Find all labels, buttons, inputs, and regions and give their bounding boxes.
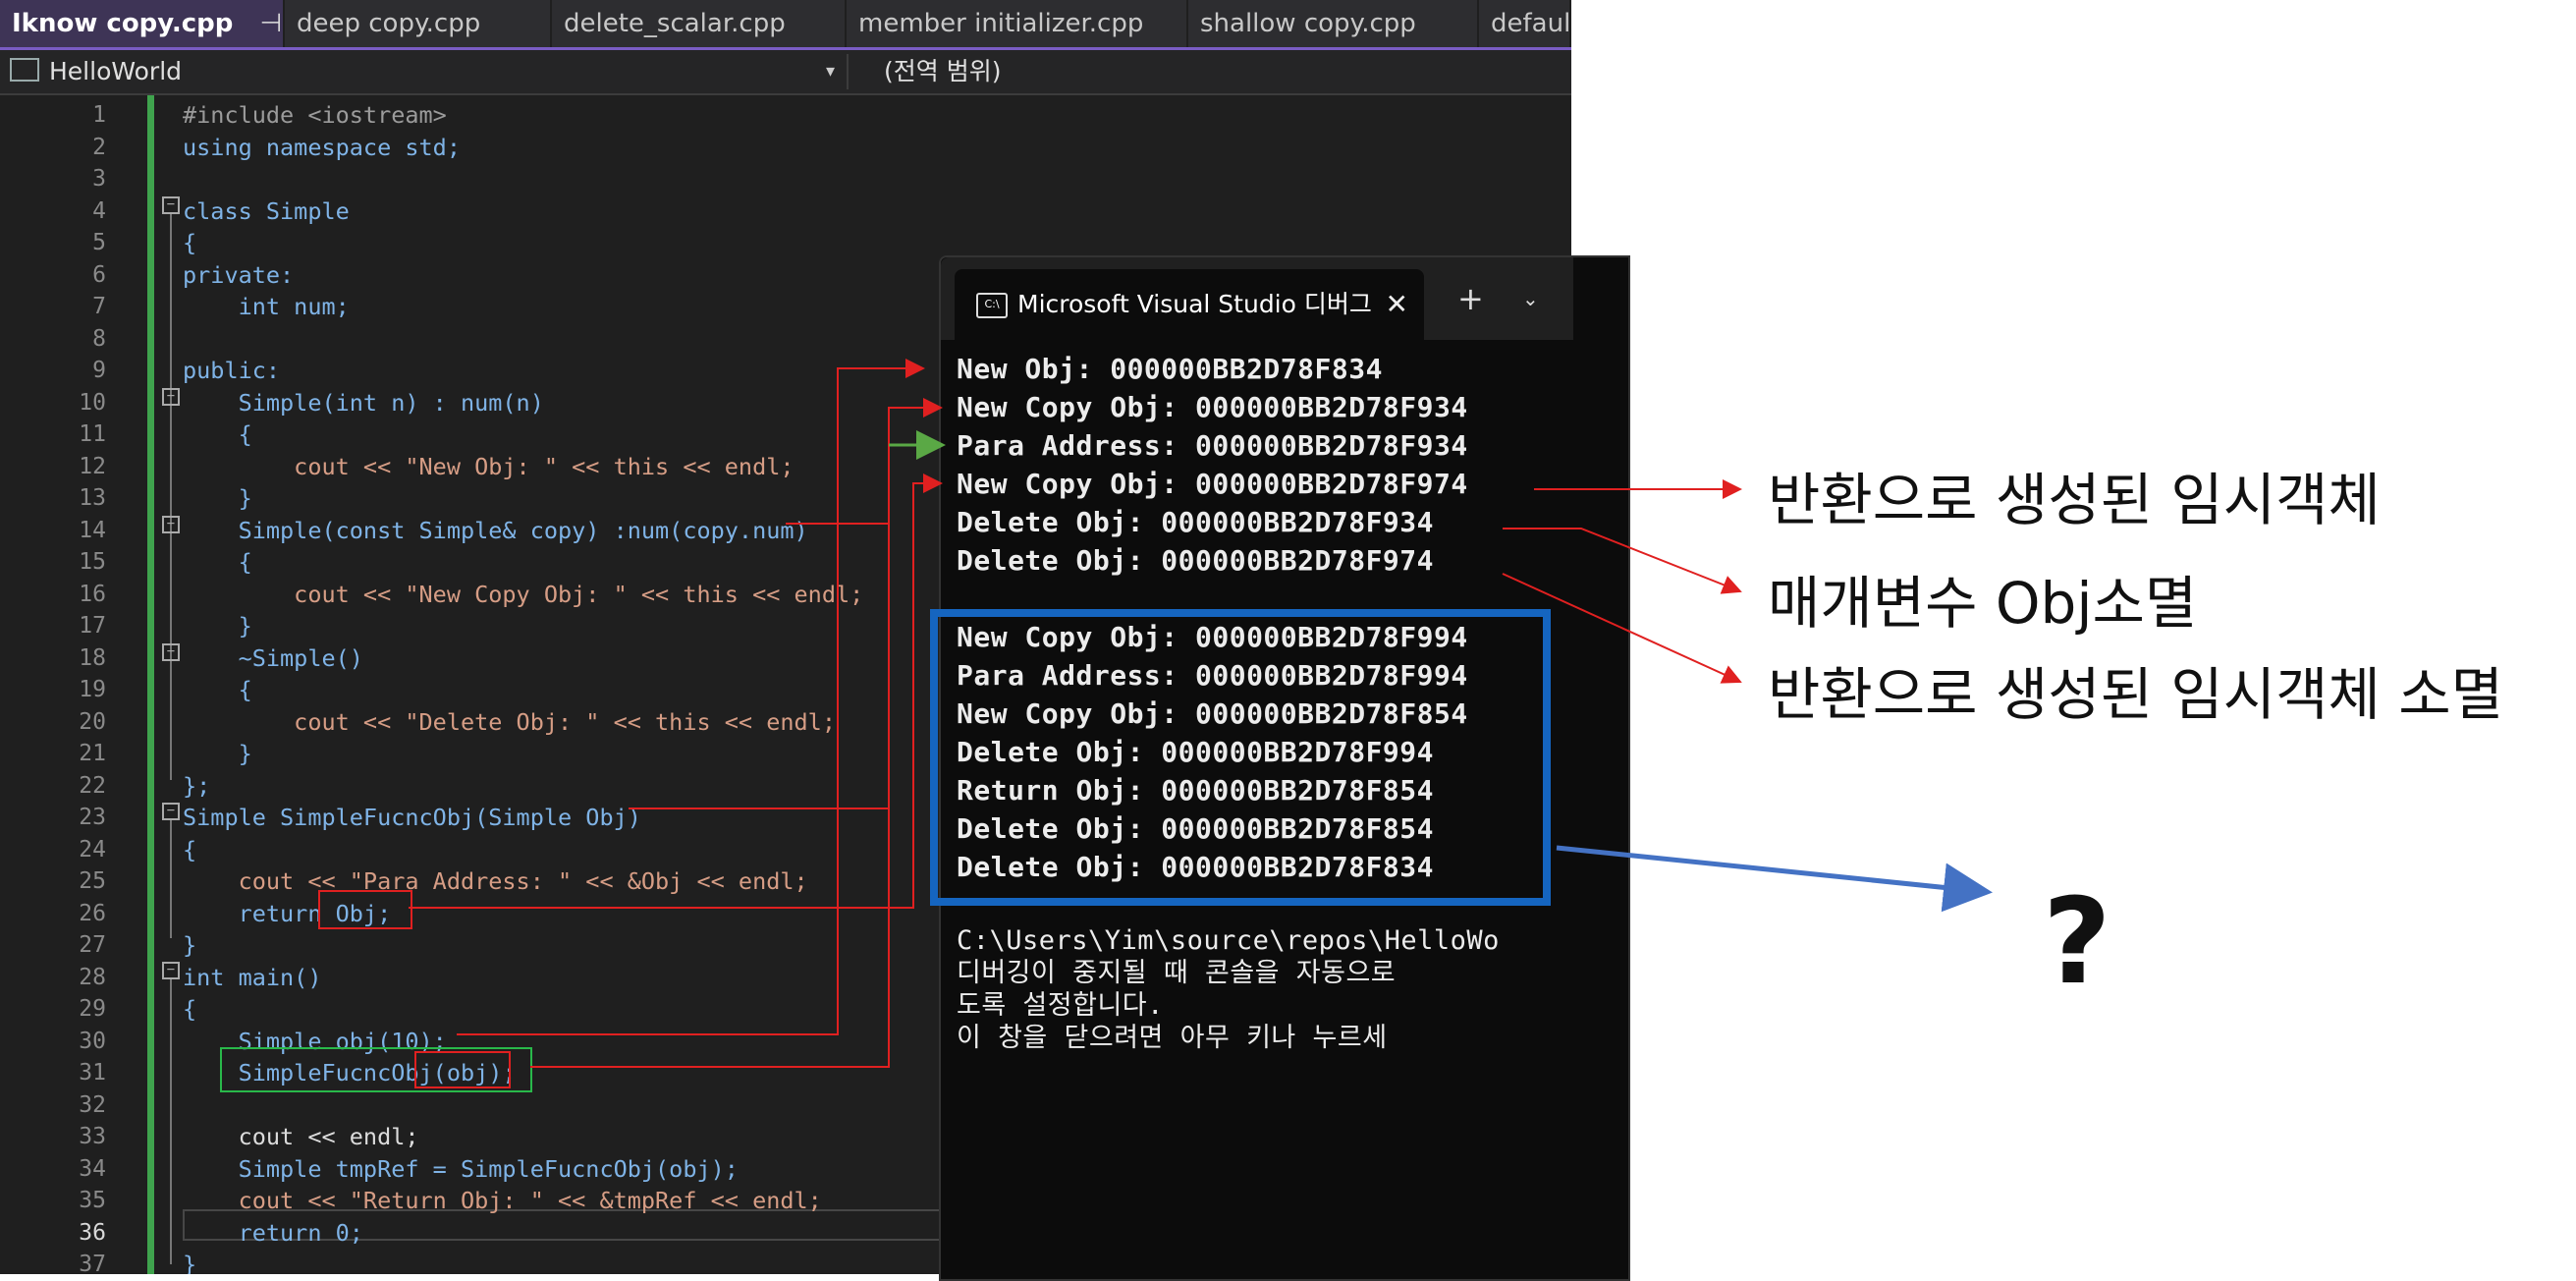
- arrow-param-destroyed: [1503, 528, 1742, 594]
- arrow-question: [1556, 845, 1993, 913]
- question-mark: ?: [2043, 874, 2111, 1011]
- arrow-copy-param: [530, 398, 943, 1068]
- annotation-temp-object: 반환으로 생성된 임시객체: [1768, 467, 2381, 533]
- annotation-temp-destroyed: 반환으로 생성된 임시객체 소멸: [1768, 661, 2503, 728]
- arrow-temp-destroyed: [1502, 573, 1742, 684]
- arrow-new-obj: [457, 359, 925, 1035]
- annotation-param-destroyed: 매개변수 Obj소멸: [1768, 570, 2198, 637]
- arrow-return-copy: [409, 473, 943, 909]
